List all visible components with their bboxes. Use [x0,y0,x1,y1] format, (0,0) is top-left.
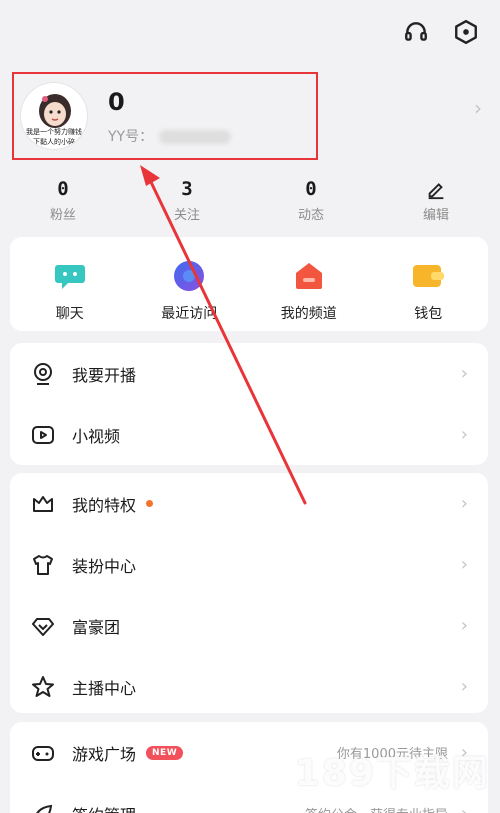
chevron-right-icon[interactable]: › [474,96,482,120]
edit-profile-button[interactable]: 编辑 [391,178,481,223]
crown-icon [30,491,56,517]
chevron-right-icon: › [460,614,468,636]
nickname: 0 [108,88,125,116]
new-badge: NEW [146,745,184,760]
profile-card[interactable]: 我是一个努力赚钱 下黏人的小碎 0 YY号： [12,72,318,160]
broadcast-icon [30,361,56,387]
stat-following[interactable]: 3 关注 [142,178,232,223]
menu-item-short-video[interactable]: 小视频 › [10,404,488,465]
quick-recent[interactable]: 最近访问 [130,237,250,331]
channel-house-icon [292,259,326,293]
avatar-caption-2: 下黏人的小碎 [33,138,75,146]
top-bar [402,18,480,46]
avatar[interactable]: 我是一个努力赚钱 下黏人的小碎 [20,82,88,150]
menu-label: 装扮中心 [72,556,137,576]
headset-icon[interactable] [402,18,430,46]
stat-posts[interactable]: 0 动态 [266,178,356,223]
menu-item-rich-club[interactable]: 富豪团 › [10,595,488,656]
chevron-right-icon: › [460,492,468,514]
quick-actions-card: 聊天 最近访问 我的频道 钱包 [10,237,488,331]
quick-label: 我的频道 [280,306,337,322]
chevron-right-icon: › [460,362,468,384]
watermark-title: 189下载网 [294,753,490,794]
chat-bubble-icon [53,259,87,293]
settings-icon[interactable] [452,18,480,46]
chevron-right-icon: › [460,423,468,445]
edit-label: 编辑 [422,208,449,223]
yy-id-blurred [159,130,232,144]
quick-wallet[interactable]: 钱包 [369,237,489,331]
menu-item-dress-up[interactable]: 装扮中心 › [10,534,488,595]
quick-channel[interactable]: 我的频道 [249,237,369,331]
stat-value: 0 [305,178,317,200]
stat-fans[interactable]: 0 粉丝 [18,178,108,223]
stats-row: 0 粉丝 3 关注 0 动态 编辑 [0,178,500,224]
yy-id-label: YY号： [108,129,154,145]
recent-visit-icon [172,259,206,293]
star-icon [30,674,56,700]
menu-label: 我要开播 [72,365,137,385]
video-play-icon [30,422,56,448]
quick-label: 聊天 [55,306,84,322]
wallet-icon [411,259,445,293]
leaf-icon [30,801,56,813]
menu-item-privileges[interactable]: 我的特权 › [10,473,488,534]
stat-value: 3 [181,178,193,200]
pencil-icon [391,178,481,200]
stat-label: 关注 [173,208,200,223]
menu-item-streamer-center[interactable]: 主播中心 › [10,656,488,717]
stat-label: 粉丝 [49,208,76,223]
yy-id: YY号： [108,126,232,146]
menu-label: 游戏广场 [72,744,137,764]
menu-item-go-live[interactable]: 我要开播 › [10,343,488,404]
menu-section-2: 我的特权 › 装扮中心 › 富豪团 › 主播中心 › [10,473,488,713]
notification-dot [146,500,154,507]
quick-label: 最近访问 [161,306,218,322]
quick-chat[interactable]: 聊天 [10,237,130,331]
menu-label: 主播中心 [72,678,137,698]
quick-label: 钱包 [414,306,443,322]
avatar-caption-1: 我是一个努力赚钱 [26,128,82,136]
menu-label: 我的特权 [72,495,137,515]
menu-section-1: 我要开播 › 小视频 › [10,343,488,465]
chevron-right-icon: › [460,675,468,697]
menu-label: 签约管理 [72,802,136,813]
menu-label: 小视频 [72,426,121,446]
stat-value: 0 [57,178,69,200]
stat-label: 动态 [297,208,324,223]
watermark: 189下载网 www.189d.com [295,744,490,806]
gamepad-icon [30,740,56,766]
menu-label: 富豪团 [72,617,121,637]
diamond-icon [30,613,56,639]
shirt-icon [30,552,56,578]
chevron-right-icon: › [460,553,468,575]
